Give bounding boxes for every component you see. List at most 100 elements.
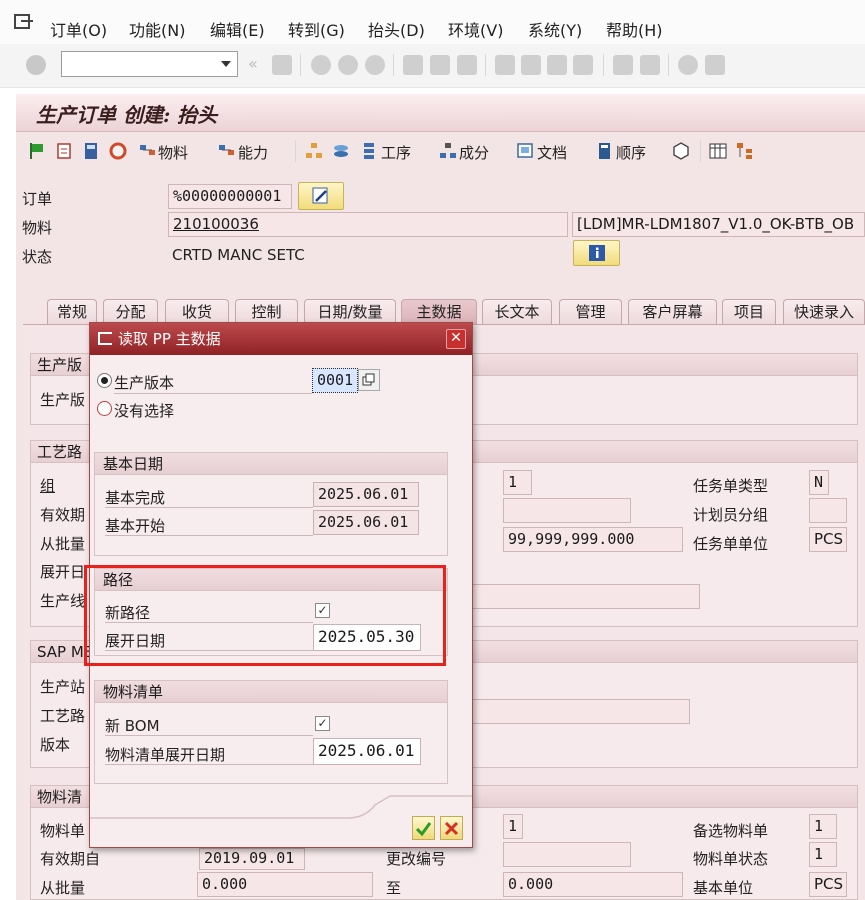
change-number-field[interactable] [503, 842, 631, 867]
find-next-icon[interactable] [457, 55, 477, 75]
document-info-icon[interactable] [517, 142, 535, 160]
layout-menu-icon[interactable] [705, 55, 725, 75]
next-page-icon[interactable] [547, 55, 567, 75]
order-number-field[interactable]: %00000000001 [168, 184, 292, 209]
status-info-button[interactable] [573, 240, 620, 266]
component-button-label[interactable]: 成分 [459, 142, 489, 163]
component-icon[interactable] [439, 142, 457, 160]
bom-status-field[interactable]: 1 [809, 842, 837, 867]
basic-finish-date-field[interactable]: 2025.06.01 [313, 482, 419, 507]
help-icon[interactable] [678, 55, 698, 75]
document-button-label[interactable]: 文档 [537, 142, 567, 163]
hierarchy-icon[interactable] [305, 142, 323, 160]
bom-valid-from-label: 有效期自 [40, 850, 101, 868]
routing-counter-field[interactable]: 1 [503, 470, 532, 495]
operation-icon[interactable] [361, 142, 379, 160]
tab-fast-entry[interactable]: 快速录入 [783, 299, 865, 325]
material-field[interactable]: 210100036 [168, 212, 568, 237]
new-session-icon[interactable] [613, 55, 633, 75]
production-line-field[interactable] [445, 584, 700, 609]
shortcut-icon[interactable] [640, 55, 660, 75]
tab-administration[interactable]: 管理 [559, 299, 622, 325]
menu-function[interactable]: 功能(N) [129, 17, 185, 41]
sequence-icon[interactable] [596, 142, 614, 160]
production-version-field[interactable]: 0001 [312, 368, 358, 393]
task-type-field[interactable]: N [809, 470, 829, 495]
lifebuoy-icon[interactable] [109, 142, 127, 160]
structure-icon[interactable] [736, 142, 754, 160]
cancel-icon[interactable] [365, 55, 385, 75]
basic-start-date-field[interactable]: 2025.06.01 [313, 510, 419, 535]
value-help-button[interactable] [358, 369, 380, 391]
routing-group-label: 组 [40, 477, 56, 495]
bom-explosion-date-field[interactable]: 2025.06.01 [313, 738, 421, 765]
bom-counter-field[interactable]: 1 [503, 814, 523, 839]
menu-order[interactable]: 订单(O) [50, 17, 107, 41]
production-version-radio[interactable] [97, 373, 112, 388]
routing-explosion-label: 展开日 [40, 563, 86, 581]
bom-from-lot-field[interactable]: 0.000 [197, 872, 373, 897]
enter-icon[interactable] [26, 55, 46, 75]
last-page-icon[interactable] [573, 55, 593, 75]
page-title: 生产订单 创建: 抬头 [36, 103, 218, 127]
confirm-button[interactable] [412, 816, 435, 840]
back-icon[interactable] [311, 55, 331, 75]
menu-edit[interactable]: 编辑(E) [210, 17, 265, 41]
calculator-icon[interactable] [82, 142, 100, 160]
command-field[interactable] [61, 51, 238, 77]
no-selection-radio[interactable] [97, 401, 112, 416]
find-icon[interactable] [430, 55, 450, 75]
material-icon[interactable] [139, 142, 157, 160]
menu-system[interactable]: 系统(Y) [528, 17, 582, 41]
table-icon[interactable] [709, 142, 727, 160]
new-bom-checkbox[interactable]: ✓ [315, 716, 330, 731]
first-page-icon[interactable] [495, 55, 515, 75]
menu-header[interactable]: 抬头(D) [368, 17, 425, 41]
alternative-bom-field[interactable]: 1 [809, 814, 837, 839]
routing-valid-field[interactable] [503, 498, 631, 523]
tab-customer-screen[interactable]: 客户屏幕 [628, 299, 717, 325]
capacity-button-label[interactable]: 能力 [238, 142, 268, 163]
planner-group-field[interactable] [809, 498, 847, 523]
routing-to-lot-field[interactable]: 99,999,999.000 [503, 527, 683, 552]
save-icon[interactable] [272, 55, 292, 75]
field-underline [114, 393, 312, 394]
menu-environment[interactable]: 环境(V) [448, 17, 503, 41]
operation-button-label[interactable]: 工序 [381, 142, 411, 163]
menu-goto[interactable]: 转到(G) [288, 17, 345, 41]
tab-long-text[interactable]: 长文本 [482, 299, 552, 325]
task-unit-field[interactable]: PCS [809, 527, 847, 552]
material-button-label[interactable]: 物料 [158, 142, 188, 163]
sap-menu-icon[interactable] [13, 12, 35, 32]
document-icon[interactable] [55, 142, 73, 160]
basic-dates-title: 基本日期 [95, 453, 447, 475]
basic-finish-label: 基本完成 [105, 489, 166, 507]
print-icon[interactable] [403, 55, 423, 75]
stack-icon[interactable] [332, 142, 350, 160]
flag-icon[interactable] [28, 142, 46, 160]
pencil-icon [312, 187, 328, 204]
toolbar-separator [485, 54, 486, 76]
tab-project[interactable]: 项目 [722, 299, 776, 325]
close-button[interactable]: ✕ [446, 329, 466, 349]
bom-valid-from-field[interactable]: 2019.09.01 [199, 848, 305, 870]
sap-me-routing-field[interactable] [445, 699, 690, 724]
previous-page-icon[interactable] [521, 55, 541, 75]
basic-dates-group: 基本日期 基本完成 2025.06.01 基本开始 2025.06.01 [94, 452, 448, 556]
capacity-icon[interactable] [218, 142, 236, 160]
cancel-button[interactable] [440, 816, 463, 840]
exit-icon[interactable] [338, 55, 358, 75]
bom-to-lot-field[interactable]: 0.000 [503, 872, 683, 897]
planner-group-label: 计划员分组 [693, 506, 769, 524]
chevron-down-icon[interactable] [221, 61, 231, 67]
base-unit-field[interactable]: PCS [809, 872, 847, 897]
package-icon[interactable] [672, 142, 690, 160]
material-description-field: [LDM]MR-LDM1807_V1.0_OK-BTB_OB [572, 212, 865, 237]
status-value: CRTD MANC SETC [172, 246, 305, 264]
sequence-button-label[interactable]: 顺序 [616, 142, 646, 163]
no-selection-radio-label: 没有选择 [114, 402, 175, 420]
info-icon [589, 245, 605, 261]
edit-order-button[interactable] [298, 182, 344, 210]
double-left-icon[interactable]: « [248, 55, 268, 75]
menu-help[interactable]: 帮助(H) [606, 17, 663, 41]
